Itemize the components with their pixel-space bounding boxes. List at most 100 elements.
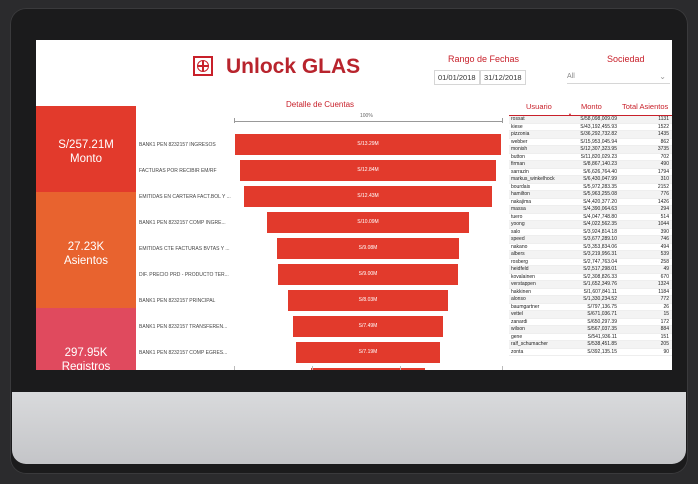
- cell-usuario: webber: [511, 138, 528, 145]
- table-row[interactable]: yoong S/4,022,562.35 1044: [509, 221, 672, 229]
- table-row[interactable]: sarrazin S/6,626,764.40 1794: [509, 168, 672, 176]
- table-row[interactable]: alonso S/1,330,234.52 772: [509, 296, 672, 304]
- funnel-category-label: BANK1 PEN 8232157 COMP EGRES...: [139, 350, 228, 356]
- cell-total-asientos: 1184: [658, 288, 669, 295]
- cell-usuario: zanardi: [511, 318, 528, 325]
- table-row[interactable]: pizzonia S/36,292,732.82 1435: [509, 131, 672, 139]
- cell-usuario: vettel: [511, 311, 523, 317]
- cell-usuario: baumgartner: [511, 303, 540, 310]
- table-row[interactable]: nakajima S/4,420,377.20 1426: [509, 198, 672, 206]
- cell-total-asientos: 258: [660, 258, 669, 265]
- cell-total-asientos: 862: [660, 138, 669, 145]
- table-row[interactable]: verstappen S/1,652,349.76 1324: [509, 281, 672, 289]
- table-row[interactable]: button S/11,820,029.23 702: [509, 153, 672, 161]
- cell-usuario: tuero: [511, 213, 523, 220]
- table-row[interactable]: rosberg S/2,747,763.04 258: [509, 258, 672, 266]
- funnel-bar[interactable]: S/12.43M: [243, 186, 493, 207]
- funnel-category-label: BANK1 PEN 8232157 PRINCIPAL: [139, 298, 216, 304]
- table-row[interactable]: hakkinen S/1,607,841.11 1184: [509, 288, 672, 296]
- table-row[interactable]: rossat S/58,098,009.09 1131: [509, 116, 672, 124]
- cell-usuario: bourdais: [511, 183, 531, 190]
- cell-monto: S/4,047,748.80: [583, 213, 617, 220]
- cell-total-asientos: 884: [660, 326, 669, 332]
- table-row[interactable]: heidfeld S/2,517,298.01 49: [509, 266, 672, 274]
- table-row[interactable]: bourdais S/5,972,283.35 2152: [509, 183, 672, 191]
- cell-monto: S/5,963,255.08: [583, 191, 617, 197]
- table-row[interactable]: zonta S/392,135.15 90: [509, 348, 672, 356]
- cell-total-asientos: 539: [660, 251, 669, 257]
- funnel-bar[interactable]: S/5.68M: [311, 368, 425, 370]
- cell-usuario: alonso: [511, 296, 526, 302]
- funnel-bar[interactable]: S/7.49M: [293, 316, 443, 337]
- cell-total-asientos: 1794: [657, 168, 669, 175]
- table-row[interactable]: firman S/8,867,140.23 490: [509, 161, 672, 169]
- cell-monto: S/11,820,029.23: [580, 153, 617, 160]
- cell-total-asientos: 1044: [657, 221, 669, 227]
- cell-total-asientos: 151: [660, 333, 669, 340]
- cell-total-asientos: 1435: [657, 131, 669, 137]
- table-row[interactable]: markus_winkelhock S/6,430,047.99 310: [509, 176, 672, 184]
- funnel-bar[interactable]: S/7.19M: [296, 342, 440, 363]
- table-row[interactable]: vettel S/671,036.71 15: [509, 311, 672, 319]
- cell-total-asientos: 772: [660, 296, 669, 302]
- funnel-category-label: BANK1 PEN 8232157 COMP INGRE...: [139, 220, 226, 226]
- cell-total-asientos: 172: [660, 318, 669, 325]
- cell-usuario: gene: [511, 333, 523, 340]
- table-body: rossat S/58,098,009.09 1131 kiese S/43,192,4…: [509, 116, 672, 356]
- column-header-usuario[interactable]: Usuario: [526, 102, 552, 111]
- funnel-bar[interactable]: S/9.00M: [277, 264, 459, 285]
- funnel-bar[interactable]: S/8.03M: [287, 290, 449, 311]
- table-row[interactable]: speed S/3,677,289.10 746: [509, 236, 672, 244]
- funnel-bar[interactable]: S/10.09M: [267, 212, 469, 233]
- table-row[interactable]: albers S/3,219,956.31 539: [509, 251, 672, 259]
- cell-monto: S/1,652,349.76: [583, 281, 617, 287]
- table-row[interactable]: wilson S/567,037.35 884: [509, 326, 672, 334]
- table-row[interactable]: gene S/541,936.11 151: [509, 333, 672, 341]
- cell-monto: S/2,517,298.01: [583, 266, 617, 272]
- funnel-bar[interactable]: S/12.84M: [239, 160, 497, 181]
- cell-usuario: wilson: [511, 326, 525, 332]
- cell-usuario: verstappen: [511, 281, 536, 287]
- funnel-category-label: BANK1 PEN 8232157 INGRESOS: [139, 142, 216, 148]
- funnel-category-label: EMITIDAS CTE FACTURAS BVTAS Y ...: [139, 246, 230, 252]
- table-row[interactable]: salo S/3,924,814.18 390: [509, 229, 672, 236]
- cell-monto: S/541,936.11: [587, 333, 617, 340]
- table-row[interactable]: baumgartner S/797,136.75 26: [509, 303, 672, 311]
- cell-usuario: pizzonia: [511, 131, 530, 137]
- column-header-total-asientos[interactable]: Total Asientos: [622, 102, 668, 111]
- cell-monto: S/4,420,377.20: [583, 198, 617, 205]
- cell-monto: S/5,972,283.35: [583, 183, 617, 190]
- table-row[interactable]: webber S/15,953,045.94 862: [509, 138, 672, 146]
- table-row[interactable]: zanardi S/650,297.39 172: [509, 318, 672, 326]
- cell-monto: S/15,953,045.94: [580, 138, 617, 145]
- funnel-bar[interactable]: S/13.29M: [235, 134, 501, 155]
- column-header-monto[interactable]: Monto: [581, 102, 602, 111]
- table-row[interactable]: tuero S/4,047,748.80 514: [509, 213, 672, 221]
- cell-monto: S/392,135.15: [587, 348, 617, 355]
- cell-usuario: heidfeld: [511, 266, 529, 272]
- table-row[interactable]: nakano S/3,353,834.06 494: [509, 243, 672, 251]
- cell-usuario: rossat: [511, 116, 525, 122]
- table-row[interactable]: kiese S/43,192,455.93 1522: [509, 124, 672, 131]
- cell-monto: S/8,867,140.23: [583, 161, 617, 167]
- cell-usuario: rosberg: [511, 258, 528, 265]
- cell-total-asientos: 3735: [657, 146, 669, 152]
- table-row[interactable]: ralf_schumacher S/538,451.85 205: [509, 341, 672, 349]
- cell-total-asientos: 670: [660, 273, 669, 280]
- funnel-category-label: EMITIDAS EN CARTERA FACT.BOL Y ...: [139, 194, 231, 200]
- cell-total-asientos: 776: [660, 191, 669, 197]
- cell-total-asientos: 26: [663, 303, 669, 310]
- cell-monto: S/3,353,834.06: [583, 243, 617, 250]
- cell-monto: S/538,451.85: [587, 341, 617, 347]
- funnel-category-label: FACTURAS POR RECIBIR EM/RF: [139, 168, 217, 174]
- table-row[interactable]: hamilton S/5,963,255.08 776: [509, 191, 672, 199]
- cell-usuario: kovalainen: [511, 273, 535, 280]
- monitor-chin: [12, 392, 686, 464]
- table-row[interactable]: massa S/4,390,064.63 294: [509, 206, 672, 214]
- cell-monto: S/58,098,009.09: [580, 116, 617, 122]
- dashboard-screen: Unlock GLAS Rango de Fechas 01/01/2018 3…: [36, 40, 672, 370]
- table-row[interactable]: monish S/12,307,323.95 3735: [509, 146, 672, 154]
- table-row[interactable]: kovalainen S/2,308,826.33 670: [509, 273, 672, 281]
- cell-usuario: zonta: [511, 348, 524, 355]
- funnel-bar[interactable]: S/9.08M: [277, 238, 459, 259]
